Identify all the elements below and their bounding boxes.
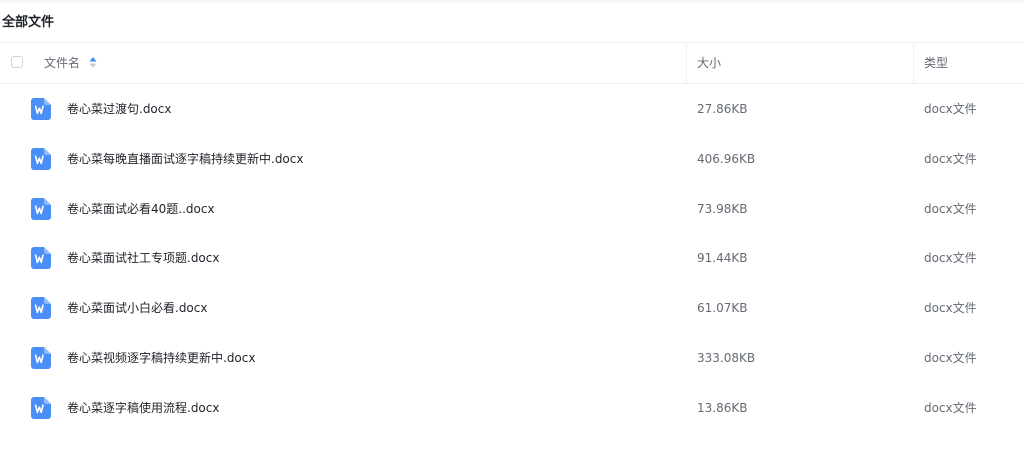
word-doc-icon [31, 346, 51, 369]
file-size: 406.96KB [697, 151, 756, 166]
word-doc-icon [31, 197, 51, 220]
table-row[interactable]: 卷心菜面试必看40题..docx 73.98KB docx文件 [0, 184, 1024, 234]
column-header-size[interactable]: 大小 [697, 54, 721, 72]
file-name[interactable]: 卷心菜面试小白必看.docx [67, 299, 207, 317]
word-doc-icon [31, 396, 51, 419]
table-row[interactable]: 卷心菜视频逐字稿持续更新中.docx 333.08KB docx文件 [0, 333, 1024, 383]
word-doc-icon [31, 297, 51, 320]
top-divider [0, 0, 1024, 3]
file-size: 91.44KB [697, 251, 748, 266]
file-list: 卷心菜过渡句.docx 27.86KB docx文件 卷心菜每晚直播面试逐字稿持… [0, 84, 1024, 433]
table-row[interactable]: 卷心菜面试社工专项题.docx 91.44KB docx文件 [0, 233, 1024, 283]
word-doc-icon [31, 247, 51, 270]
select-all-checkbox[interactable] [11, 56, 23, 68]
column-divider[interactable] [913, 43, 914, 83]
file-size: 13.86KB [697, 400, 748, 415]
file-table: 文件名 大小 类型 卷心菜过渡句.docx 27.86KB docx文件 卷心菜… [0, 43, 1024, 433]
file-name[interactable]: 卷心菜逐字稿使用流程.docx [67, 399, 219, 417]
file-size: 27.86KB [697, 102, 748, 116]
file-type: docx文件 [924, 151, 977, 166]
word-doc-icon [31, 147, 51, 170]
table-header: 文件名 大小 类型 [0, 43, 1024, 84]
file-size: 333.08KB [697, 350, 756, 365]
file-type: docx文件 [924, 102, 977, 116]
file-name[interactable]: 卷心菜过渡句.docx [67, 100, 171, 118]
table-row[interactable]: 卷心菜面试小白必看.docx 61.07KB docx文件 [0, 283, 1024, 333]
file-name[interactable]: 卷心菜每晚直播面试逐字稿持续更新中.docx [67, 150, 303, 168]
table-row[interactable]: 卷心菜逐字稿使用流程.docx 13.86KB docx文件 [0, 383, 1024, 433]
file-size: 61.07KB [697, 301, 748, 316]
table-row[interactable]: 卷心菜每晚直播面试逐字稿持续更新中.docx 406.96KB docx文件 [0, 134, 1024, 184]
column-divider[interactable] [686, 43, 687, 83]
file-name[interactable]: 卷心菜面试社工专项题.docx [67, 249, 219, 267]
file-name[interactable]: 卷心菜视频逐字稿持续更新中.docx [67, 349, 255, 367]
file-name[interactable]: 卷心菜面试必看40题..docx [67, 200, 215, 218]
file-type: docx文件 [924, 251, 977, 266]
table-row[interactable]: 卷心菜过渡句.docx 27.86KB docx文件 [0, 84, 1024, 134]
file-type: docx文件 [924, 350, 977, 365]
column-header-type[interactable]: 类型 [924, 54, 948, 72]
file-type: docx文件 [924, 201, 977, 216]
file-size: 73.98KB [697, 201, 748, 216]
word-doc-icon [31, 98, 51, 120]
sort-icon[interactable] [89, 56, 97, 69]
file-type: docx文件 [924, 400, 977, 415]
file-type: docx文件 [924, 301, 977, 316]
page-title: 全部文件 [2, 15, 55, 30]
column-header-name[interactable]: 文件名 [44, 54, 80, 72]
